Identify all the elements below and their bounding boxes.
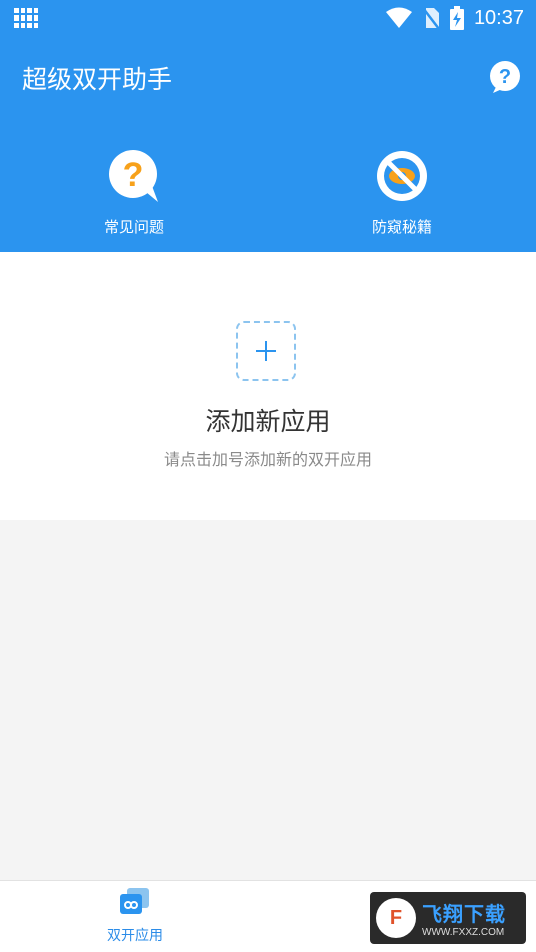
bottom-navigation: 双开应用 F 飞翔下载 WWW.FXXZ.COM <box>0 880 536 952</box>
status-bar: 10:37 <box>0 0 536 36</box>
svg-text:?: ? <box>499 66 511 88</box>
add-app-title: 添加新应用 <box>205 407 331 436</box>
question-bubble-icon: ? <box>106 148 162 204</box>
help-button[interactable]: ? <box>488 60 522 94</box>
watermark-logo: F 飞翔下载 WWW.FXXZ.COM <box>370 892 526 944</box>
battery-charging-icon <box>449 6 464 30</box>
add-app-panel <box>0 252 536 520</box>
watermark-emblem-icon: F <box>376 898 416 938</box>
privacy-tips-label: 防窥秘籍 <box>371 218 432 236</box>
nav-label-dual-apps: 双开应用 <box>107 928 163 944</box>
plus-icon <box>256 341 276 361</box>
app-grid-icon <box>14 8 38 28</box>
add-app-button[interactable] <box>236 321 296 381</box>
dual-app-icon <box>120 888 149 914</box>
faq-label: 常见问题 <box>103 218 164 236</box>
nav-item-dual-apps[interactable]: 双开应用 <box>95 887 175 945</box>
eye-slash-icon <box>374 148 430 204</box>
add-app-subtitle: 请点击加号添加新的双开应用 <box>163 450 372 469</box>
app-title: 超级双开助手 <box>22 65 173 94</box>
status-indicators: 10:37 <box>385 4 524 32</box>
no-sim-icon <box>421 7 440 30</box>
status-time: 10:37 <box>473 6 524 29</box>
faq-button[interactable]: ? 常见问题 <box>54 148 214 237</box>
watermark-brand: 飞翔下载 <box>422 902 506 926</box>
question-bubble-icon: ? <box>490 61 520 93</box>
watermark-url: WWW.FXXZ.COM <box>422 927 505 938</box>
svg-text:?: ? <box>123 156 144 194</box>
privacy-tips-button[interactable]: 防窥秘籍 <box>322 148 482 237</box>
wifi-icon <box>385 7 412 28</box>
